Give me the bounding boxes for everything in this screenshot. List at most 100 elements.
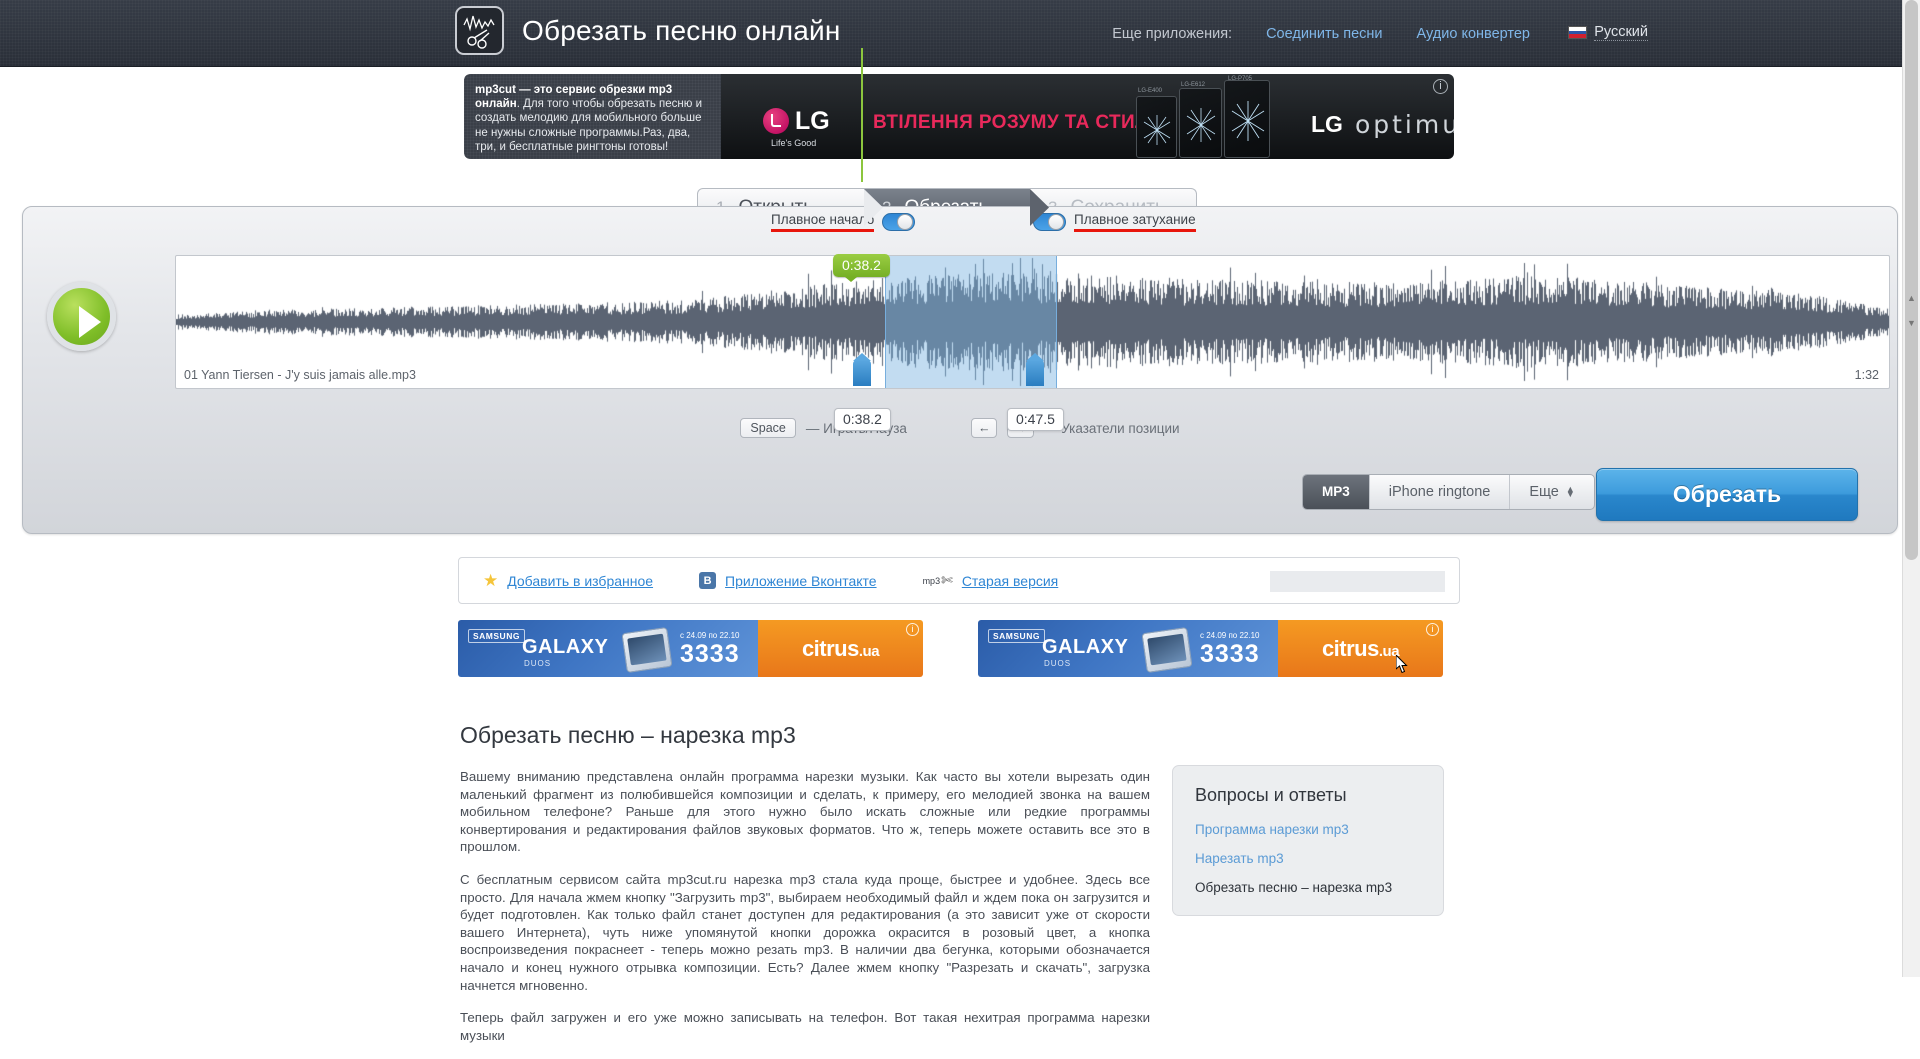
faq-current-item: Обрезать песню – нарезка mp3: [1195, 880, 1393, 895]
scissors-waveform-icon: [455, 6, 504, 55]
bottom-advertisement-right[interactable]: SAMSUNG GALAXY DUOS с 24.09 по 22.10 333…: [978, 620, 1443, 677]
promo-date: с 24.09 по 22.10: [680, 631, 740, 640]
fade-controls-row: Плавное начало Плавное затухание: [23, 212, 1897, 236]
format-more-label: Еще: [1529, 484, 1559, 500]
more-apps-label: Еще приложения:: [1112, 26, 1233, 42]
mp3cut-icon: mp3 ✄: [922, 572, 953, 588]
citrus-panel: citrus.ua i: [758, 620, 923, 677]
samsung-brand: SAMSUNG: [988, 629, 1045, 643]
fade-in-toggle[interactable]: [882, 213, 916, 231]
optimus-lockup: LG optimus L3 L5 L7: [1311, 110, 1454, 139]
citrus-panel: citrus.ua i: [1278, 620, 1443, 677]
link-old-version[interactable]: mp3 ✄ Старая версия: [923, 572, 1059, 589]
format-option-more[interactable]: Еще ▲ ▼: [1510, 475, 1593, 509]
citrus-brand: citrus: [801, 635, 859, 661]
phone-graphic: [621, 626, 673, 674]
scroll-down-arrow-icon[interactable]: ▼: [1907, 318, 1916, 328]
link-label: Добавить в избранное: [507, 572, 654, 589]
space-key[interactable]: Space: [740, 418, 796, 438]
lg-banner[interactable]: LG Life's Good ВТІЛЕННЯ РОЗУМУ ТА СТИЛЮ …: [721, 74, 1454, 159]
info-icon[interactable]: i: [1433, 79, 1448, 94]
spinner-arrows-icon: ▲ ▼: [1565, 484, 1575, 499]
link-label: Старая версия: [961, 572, 1059, 589]
scrollbar-thumb[interactable]: [1905, 0, 1918, 560]
promo-date: с 24.09 по 22.10: [1200, 631, 1260, 640]
format-option-iphone-ringtone[interactable]: iPhone ringtone: [1370, 475, 1511, 509]
galaxy-text: GALAXY: [522, 636, 609, 658]
article-paragraph-2: С бесплатным сервисом сайта mp3cut.ru на…: [460, 871, 1150, 993]
phone-graphic: [1141, 626, 1193, 674]
nav-link-join-songs[interactable]: Соединить песни: [1266, 26, 1382, 42]
format-option-mp3[interactable]: MP3: [1303, 475, 1370, 509]
selection-end-value: 0:47.5: [1016, 411, 1055, 427]
samsung-panel: SAMSUNG GALAXY DUOS с 24.09 по 22.10 333…: [458, 620, 758, 677]
cut-button[interactable]: Обрезать: [1596, 468, 1858, 521]
link-label: Приложение Вконтакте: [725, 572, 877, 589]
lg-slogan: ВТІЛЕННЯ РОЗУМУ ТА СТИЛЮ: [873, 112, 1169, 133]
citrus-tld: .ua: [1378, 642, 1400, 660]
article-paragraph-3: Теперь файл загружен и его уже можно зап…: [460, 1010, 1150, 1043]
citrus-tld: .ua: [858, 642, 880, 660]
samsung-brand: SAMSUNG: [468, 629, 525, 643]
selection-end-time: 0:47.5: [1007, 408, 1064, 431]
duos-text: DUOS: [524, 659, 552, 668]
playhead-time-flag: 0:38.2: [833, 254, 890, 282]
selection-end-handle-top[interactable]: [1026, 353, 1044, 386]
page-scrollbar[interactable]: ▲ ▼: [1902, 0, 1920, 977]
placeholder-box: [1270, 571, 1445, 592]
info-icon[interactable]: i: [906, 623, 919, 636]
citrus-brand: citrus: [1321, 635, 1379, 661]
nav-link-audio-converter[interactable]: Аудио конвертер: [1417, 26, 1530, 42]
fade-in-control[interactable]: Плавное начало: [771, 212, 916, 232]
top-advertisement[interactable]: mp3cut — это сервис обрезки mp3 онлайн. …: [464, 74, 1454, 159]
page-title: Обрезать песню онлайн: [522, 14, 841, 46]
faq-panel: Вопросы и ответы Программа нарезки mp3 Н…: [1172, 765, 1444, 916]
step-arrow-icon: [864, 189, 883, 226]
galaxy-text: GALAXY: [1042, 636, 1129, 658]
promo-number: 3333: [680, 640, 740, 668]
faq-title: Вопросы и ответы: [1195, 785, 1347, 805]
fade-out-control[interactable]: Плавное затухание: [1033, 212, 1196, 232]
logo-area[interactable]: Обрезать песню онлайн: [455, 6, 841, 55]
arrows-hint-text: — Указатели позиции: [1043, 420, 1180, 436]
lg-tagline: Life's Good: [771, 138, 817, 148]
utility-links-bar: ★ Добавить в избранное В Приложение Вкон…: [458, 557, 1460, 604]
promo-text-block: mp3cut — это сервис обрезки mp3 онлайн. …: [464, 74, 721, 159]
step-arrow-icon: [1030, 189, 1049, 226]
russia-flag-icon: [1568, 26, 1588, 39]
samsung-panel: SAMSUNG GALAXY DUOS с 24.09 по 22.10 333…: [978, 620, 1278, 677]
playhead-time-value: 0:38.2: [842, 257, 881, 273]
duos-text: DUOS: [1044, 659, 1072, 668]
selection-start-handle-top[interactable]: [853, 353, 871, 386]
optimus-lg-text: LG: [1311, 111, 1343, 137]
scroll-up-arrow-icon[interactable]: ▲: [1907, 293, 1916, 303]
left-arrow-key[interactable]: ←: [970, 418, 998, 438]
phone-model-1: LG-E400: [1138, 88, 1163, 94]
playhead-line: [861, 48, 863, 182]
star-icon: ★: [483, 570, 499, 590]
bottom-advertisement-left[interactable]: SAMSUNG GALAXY DUOS с 24.09 по 22.10 333…: [458, 620, 923, 677]
total-duration-label: 1:32: [1854, 368, 1879, 382]
article-title: Обрезать песню – нарезка mp3: [460, 722, 796, 748]
fade-in-label: Плавное начало: [771, 212, 875, 232]
lg-logo-icon: LG: [763, 108, 830, 134]
output-format-selector: MP3 iPhone ringtone Еще ▲ ▼: [1302, 474, 1595, 510]
link-vk-app[interactable]: В Приложение Вконтакте: [699, 572, 877, 589]
vk-icon: В: [699, 572, 717, 589]
info-icon[interactable]: i: [1426, 623, 1439, 636]
file-name-label: 01 Yann Tiersen - J'y suis jamais alle.m…: [184, 368, 416, 382]
phone-model-3: LG-P705: [1228, 76, 1253, 82]
selection-start-value: 0:38.2: [843, 411, 882, 427]
faq-link-cut-mp3[interactable]: Нарезать mp3: [1195, 851, 1421, 866]
link-add-to-favorites[interactable]: ★ Добавить в избранное: [483, 571, 653, 591]
keyboard-hints: Space — Играть/Пауза ← → — Указатели поз…: [0, 418, 1920, 438]
language-label: Русский: [1594, 24, 1648, 41]
faq-link-program[interactable]: Программа нарезки mp3: [1195, 822, 1421, 837]
optimus-word: optimus: [1354, 110, 1454, 139]
header-nav: Еще приложения: Соединить песни Аудио ко…: [1112, 26, 1530, 42]
article-section: Обрезать песню – нарезка mp3 Вашему вним…: [460, 722, 1150, 1059]
promo-number: 3333: [1200, 640, 1260, 668]
language-switcher[interactable]: Русский: [1568, 24, 1648, 41]
play-pause-button[interactable]: [47, 282, 116, 351]
article-paragraph-1: Вашему вниманию представлена онлайн прог…: [460, 769, 1150, 855]
